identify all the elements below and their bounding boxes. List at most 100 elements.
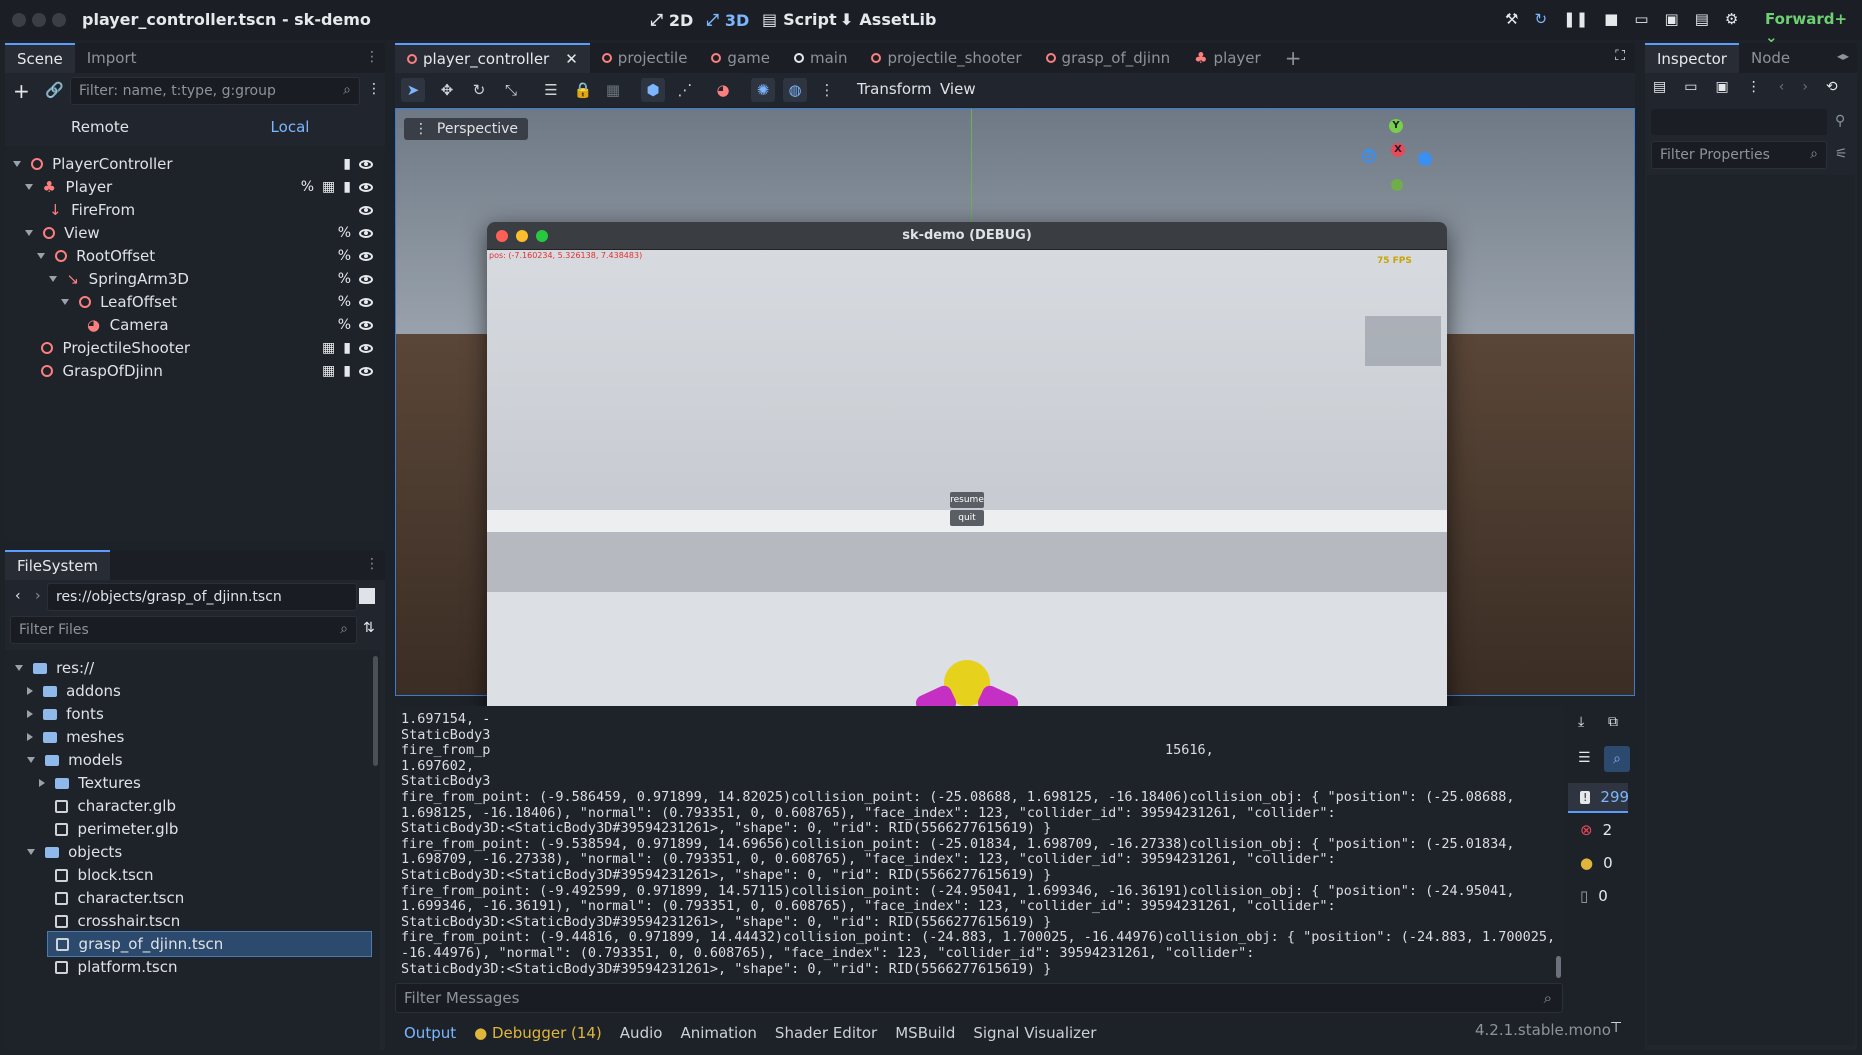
collapse-arrow-icon[interactable] bbox=[37, 253, 45, 259]
move-tool-icon[interactable]: ✥ bbox=[435, 78, 459, 102]
expand-arrow-icon[interactable] bbox=[27, 710, 33, 718]
scene-filter-input[interactable]: Filter: name, t:type, g:group ⌕ bbox=[70, 77, 360, 105]
collapse-arrow-icon[interactable] bbox=[25, 184, 33, 190]
collapse-arrow-icon[interactable] bbox=[27, 849, 35, 855]
tree-row[interactable]: GraspOfDjinn ▦ ▮ bbox=[41, 358, 373, 384]
script-attached-icon[interactable]: ▮ bbox=[343, 179, 351, 195]
editor-message-toggle[interactable]: ▯ 0 bbox=[1568, 881, 1628, 911]
tab-game[interactable]: game bbox=[699, 43, 782, 73]
path-input[interactable]: res://objects/grasp_of_djinn.tscn bbox=[47, 583, 357, 611]
gizmo-z[interactable]: Z bbox=[1362, 149, 1376, 163]
sun-icon[interactable]: ✺ bbox=[751, 78, 775, 102]
object-menu-icon[interactable]: ⚲ bbox=[1835, 113, 1845, 129]
transform-menu[interactable]: Transform bbox=[857, 80, 932, 98]
collapse-arrow-icon[interactable] bbox=[25, 230, 33, 236]
expand-arrow-icon[interactable] bbox=[27, 733, 33, 741]
lock-icon[interactable]: 🔒 bbox=[571, 78, 595, 102]
filter-messages-input[interactable]: Filter Messages ⌕ bbox=[395, 983, 1563, 1013]
remote-debug-icon[interactable]: ⚒ bbox=[1505, 10, 1518, 28]
camera-preview-icon[interactable]: ◕ bbox=[711, 78, 735, 102]
script-button[interactable]: ▤ Script bbox=[762, 10, 837, 29]
gizmo-neg-y[interactable] bbox=[1391, 179, 1403, 191]
file-filter-input[interactable]: Filter Files ⌕ bbox=[10, 616, 357, 644]
orientation-gizmo[interactable]: Y X Z bbox=[1354, 109, 1434, 197]
message-count-toggle[interactable]: ! 299 bbox=[1568, 783, 1629, 813]
close-window-button[interactable] bbox=[12, 13, 26, 27]
collapse-arrow-icon[interactable] bbox=[61, 299, 69, 305]
tab-player[interactable]: ♣ player bbox=[1182, 43, 1273, 73]
group-icon[interactable]: ▦ bbox=[601, 78, 625, 102]
visibility-icon[interactable] bbox=[359, 274, 373, 284]
back-icon[interactable]: ‹ bbox=[15, 588, 21, 604]
play-current-icon[interactable]: ▭ bbox=[1634, 10, 1648, 28]
visibility-icon[interactable] bbox=[359, 297, 373, 307]
minimize-window-button[interactable] bbox=[32, 13, 46, 27]
tab-grasp-of-djinn[interactable]: grasp_of_djinn bbox=[1034, 43, 1183, 73]
play-custom-icon[interactable]: ▤ bbox=[1695, 10, 1709, 28]
visibility-icon[interactable] bbox=[359, 366, 373, 376]
script-attached-icon[interactable]: ▮ bbox=[343, 340, 351, 356]
visibility-icon[interactable] bbox=[359, 251, 373, 261]
maximize-window-button[interactable] bbox=[52, 13, 66, 27]
visibility-icon[interactable] bbox=[359, 343, 373, 353]
tab-animation[interactable]: Animation bbox=[680, 1024, 756, 1042]
visibility-icon[interactable] bbox=[359, 159, 373, 169]
gizmo-y[interactable]: Y bbox=[1389, 119, 1403, 133]
visibility-icon[interactable] bbox=[359, 320, 373, 330]
history-forward-icon[interactable]: › bbox=[1802, 79, 1808, 95]
forward-icon[interactable]: › bbox=[35, 588, 41, 604]
pin-panel-icon[interactable]: ⊤ bbox=[1610, 1020, 1622, 1036]
mode-2d-button[interactable]: ⤢ 2D bbox=[650, 10, 693, 30]
open-scene-icon[interactable]: ▦ bbox=[322, 179, 335, 195]
error-count-toggle[interactable]: ⊗ 2 bbox=[1568, 815, 1628, 845]
add-node-icon[interactable]: + bbox=[13, 79, 30, 103]
tab-shader-editor[interactable]: Shader Editor bbox=[775, 1024, 877, 1042]
scene-options-icon[interactable]: ⋮ bbox=[367, 81, 381, 97]
local-tab[interactable]: Local bbox=[195, 113, 385, 141]
renderer-select[interactable]: Forward+ ⌄ bbox=[1765, 10, 1862, 46]
pause-icon[interactable]: ❚❚ bbox=[1563, 10, 1588, 28]
visibility-icon[interactable] bbox=[359, 228, 373, 238]
output-console[interactable]: 1.697154, - StaticBody3 fire_from_p 1561… bbox=[395, 706, 1563, 980]
collapse-arrow-icon[interactable] bbox=[49, 276, 57, 282]
add-tab-button[interactable]: + bbox=[1273, 43, 1314, 73]
collapse-messages-icon[interactable]: ☰ bbox=[1578, 750, 1591, 766]
expand-arrow-icon[interactable] bbox=[27, 687, 33, 695]
list-item[interactable]: platform.tscn bbox=[55, 954, 178, 980]
rotate-tool-icon[interactable]: ↻ bbox=[467, 78, 491, 102]
open-resource-icon[interactable]: ▭ bbox=[1684, 79, 1697, 95]
dock-menu-icon[interactable]: ⋮ bbox=[365, 556, 379, 572]
close-tab-icon[interactable]: ✕ bbox=[565, 50, 578, 68]
tab-projectile-shooter[interactable]: projectile_shooter bbox=[859, 43, 1033, 73]
view-menu[interactable]: View bbox=[940, 80, 976, 98]
unique-name-icon[interactable]: % bbox=[338, 248, 351, 264]
reload-icon[interactable]: ↻ bbox=[1534, 10, 1547, 28]
assetlib-button[interactable]: ⬇ AssetLib bbox=[840, 10, 936, 29]
environment-icon[interactable]: ◍ bbox=[783, 78, 807, 102]
tab-main[interactable]: main bbox=[782, 43, 859, 73]
dock-menu-icon[interactable]: ⋮ bbox=[365, 49, 379, 65]
gizmo-neg-z[interactable] bbox=[1418, 152, 1432, 166]
clear-output-icon[interactable]: ⤓ bbox=[1578, 714, 1584, 730]
tab-debugger[interactable]: ● Debugger (14) bbox=[474, 1024, 602, 1042]
visibility-icon[interactable] bbox=[359, 205, 373, 215]
dock-arrows-icon[interactable]: ◂▸ bbox=[1837, 49, 1849, 63]
unique-name-icon[interactable]: % bbox=[338, 225, 351, 241]
tab-audio[interactable]: Audio bbox=[620, 1024, 663, 1042]
tab-player-controller[interactable]: player_controller ✕ bbox=[395, 43, 590, 73]
tab-signal-visualizer[interactable]: Signal Visualizer bbox=[973, 1024, 1096, 1042]
save-resource-icon[interactable]: ▣ bbox=[1715, 79, 1728, 95]
visibility-icon[interactable] bbox=[359, 182, 373, 192]
search-toggle-icon[interactable]: ⌕ bbox=[1604, 746, 1630, 772]
play-scene-icon[interactable]: ▣ bbox=[1665, 10, 1679, 28]
script-attached-icon[interactable]: ▮ bbox=[343, 363, 351, 379]
resume-button[interactable]: resume bbox=[950, 492, 984, 508]
open-scene-icon[interactable]: ▦ bbox=[322, 363, 335, 379]
new-resource-icon[interactable]: ▤ bbox=[1653, 79, 1666, 95]
property-options-icon[interactable]: ⚟ bbox=[1835, 146, 1848, 162]
unique-name-icon[interactable]: % bbox=[338, 271, 351, 287]
scale-tool-icon[interactable]: ⤡ bbox=[499, 78, 523, 102]
tab-filesystem[interactable]: FileSystem bbox=[5, 550, 111, 580]
instance-scene-icon[interactable]: 🔗 bbox=[45, 81, 64, 99]
collapse-arrow-icon[interactable] bbox=[27, 757, 35, 763]
